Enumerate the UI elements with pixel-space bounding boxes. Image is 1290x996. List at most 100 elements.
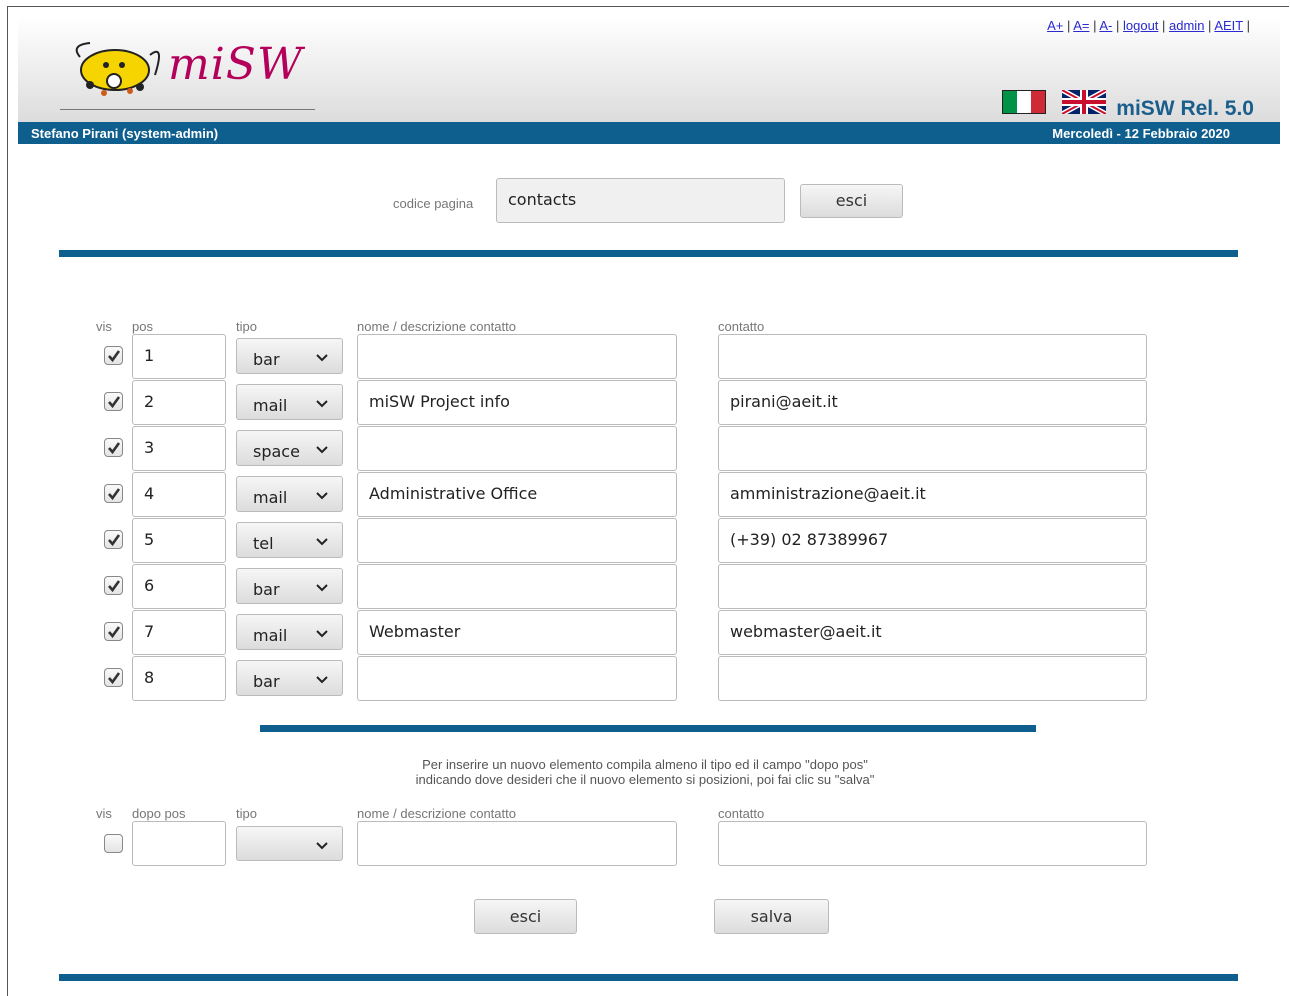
checkmark-icon: [108, 442, 121, 455]
tipo-select[interactable]: bar: [236, 568, 343, 604]
vis-checkbox[interactable]: [104, 622, 123, 641]
new-vis-checkbox[interactable]: [104, 834, 123, 853]
chevron-down-icon: [316, 630, 328, 638]
tipo-select[interactable]: space: [236, 430, 343, 466]
nome-input[interactable]: Webmaster: [357, 610, 677, 655]
new-nome-input[interactable]: [357, 821, 677, 866]
page-code-input[interactable]: contacts: [496, 178, 785, 223]
italian-flag-icon[interactable]: [1002, 90, 1046, 114]
new-item-note-line2: indicando dove desideri che il nuovo ele…: [415, 772, 875, 787]
tipo-value: bar: [253, 350, 280, 369]
top-links: A+ | A= | A- | logout | admin | AEIT |: [1047, 18, 1250, 33]
new-header-pos: dopo pos: [132, 806, 186, 821]
nome-input[interactable]: [357, 518, 677, 563]
pos-input[interactable]: 5: [132, 518, 226, 563]
nome-input[interactable]: [357, 426, 677, 471]
pos-input[interactable]: 6: [132, 564, 226, 609]
chevron-down-icon: [316, 492, 328, 500]
admin-link[interactable]: admin: [1169, 18, 1204, 33]
contatto-input[interactable]: [718, 656, 1147, 701]
tipo-value: bar: [253, 580, 280, 599]
chevron-down-icon: [316, 446, 328, 454]
tipo-select[interactable]: bar: [236, 660, 343, 696]
tipo-select[interactable]: bar: [236, 338, 343, 374]
checkmark-icon: [108, 626, 121, 639]
page-code-label: codice pagina: [393, 196, 474, 211]
pos-input[interactable]: 7: [132, 610, 226, 655]
header-tipo: tipo: [236, 319, 257, 334]
vis-checkbox[interactable]: [104, 438, 123, 457]
new-header-tipo: tipo: [236, 806, 257, 821]
vis-checkbox[interactable]: [104, 576, 123, 595]
vis-checkbox[interactable]: [104, 668, 123, 687]
new-header-contatto: contatto: [718, 806, 765, 821]
uk-flag-icon[interactable]: [1062, 90, 1107, 114]
header-contatto: contatto: [718, 319, 765, 334]
nome-input[interactable]: [357, 564, 677, 609]
font-decrease-link[interactable]: A-: [1099, 18, 1112, 33]
current-date: Mercoledì - 12 Febbraio 2020: [1052, 126, 1230, 141]
logo-underline: [60, 109, 315, 110]
chevron-down-icon: [316, 842, 328, 850]
chevron-down-icon: [316, 400, 328, 408]
font-increase-link[interactable]: A+: [1047, 18, 1063, 33]
vis-checkbox[interactable]: [104, 484, 123, 503]
contatto-input[interactable]: [718, 334, 1147, 379]
new-pos-input[interactable]: [132, 821, 226, 866]
pos-input[interactable]: 2: [132, 380, 226, 425]
vis-checkbox[interactable]: [104, 392, 123, 411]
contatto-input[interactable]: (+39) 02 87389967: [718, 518, 1147, 563]
vis-checkbox[interactable]: [104, 530, 123, 549]
contatto-input[interactable]: [718, 426, 1147, 471]
release-label: miSW Rel. 5.0: [1116, 97, 1254, 120]
new-tipo-select[interactable]: [236, 826, 343, 861]
new-contatto-input[interactable]: [718, 821, 1147, 866]
tipo-value: mail: [253, 396, 288, 415]
chevron-down-icon: [316, 584, 328, 592]
header: miSW A+ | A= | A- | logout | admin | AEI…: [18, 17, 1280, 122]
font-reset-link[interactable]: A=: [1073, 18, 1089, 33]
separator-middle: [260, 725, 1036, 732]
new-header-nome: nome / descrizione contatto: [357, 806, 516, 821]
nome-input[interactable]: [357, 334, 677, 379]
vis-checkbox[interactable]: [104, 346, 123, 365]
tipo-select[interactable]: mail: [236, 476, 343, 512]
user-name: Stefano Pirani (system-admin): [31, 126, 219, 141]
checkmark-icon: [108, 396, 121, 409]
new-header-vis: vis: [96, 806, 112, 821]
contatto-input[interactable]: [718, 564, 1147, 609]
logo-text: miSW: [168, 39, 304, 90]
pos-input[interactable]: 1: [132, 334, 226, 379]
user-bar: Stefano Pirani (system-admin) Mercoledì …: [18, 122, 1280, 144]
checkmark-icon: [108, 488, 121, 501]
tipo-value: mail: [253, 488, 288, 507]
nome-input[interactable]: [357, 656, 677, 701]
pos-input[interactable]: 3: [132, 426, 226, 471]
tipo-select[interactable]: mail: [236, 614, 343, 650]
logo[interactable]: miSW: [60, 35, 315, 110]
nome-input[interactable]: miSW Project info: [357, 380, 677, 425]
language-flags: [1002, 90, 1118, 114]
checkmark-icon: [108, 534, 121, 547]
separator-top: [59, 250, 1238, 257]
logout-link[interactable]: logout: [1123, 18, 1158, 33]
header-pos: pos: [132, 319, 153, 334]
save-button[interactable]: salva: [714, 899, 829, 934]
aeit-link[interactable]: AEIT: [1214, 18, 1243, 33]
pos-input[interactable]: 4: [132, 472, 226, 517]
contatto-input[interactable]: pirani@aeit.it: [718, 380, 1147, 425]
tipo-value: mail: [253, 626, 288, 645]
new-item-note-line1: Per inserire un nuovo elemento compila a…: [422, 757, 868, 772]
nome-input[interactable]: Administrative Office: [357, 472, 677, 517]
tipo-select[interactable]: tel: [236, 522, 343, 558]
exit-button-top[interactable]: esci: [800, 184, 903, 218]
pos-input[interactable]: 8: [132, 656, 226, 701]
chevron-down-icon: [316, 676, 328, 684]
tipo-select[interactable]: mail: [236, 384, 343, 420]
exit-button[interactable]: esci: [474, 899, 577, 934]
contatto-input[interactable]: webmaster@aeit.it: [718, 610, 1147, 655]
checkmark-icon: [108, 580, 121, 593]
tipo-value: space: [253, 442, 300, 461]
checkmark-icon: [108, 672, 121, 685]
contatto-input[interactable]: amministrazione@aeit.it: [718, 472, 1147, 517]
